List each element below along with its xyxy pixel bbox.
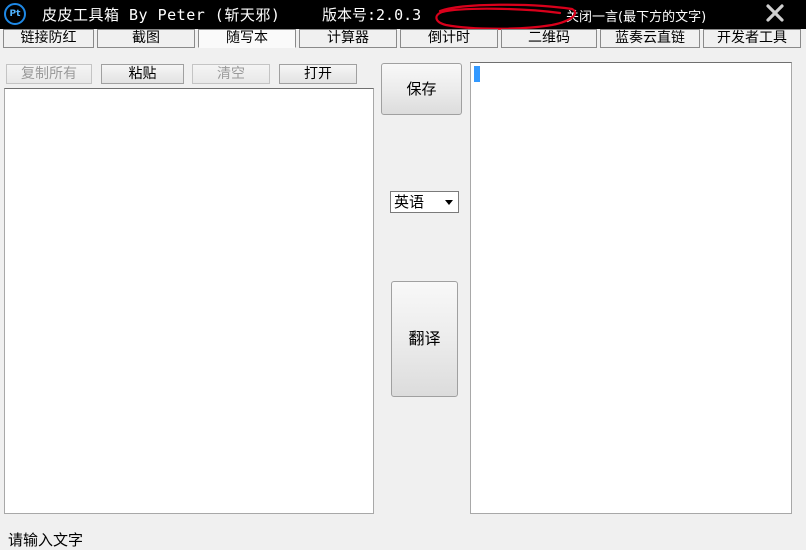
text-caret	[474, 66, 480, 82]
input-textarea[interactable]	[4, 88, 374, 514]
close-quote-link[interactable]: 关闭一言(最下方的文字)	[566, 6, 706, 25]
tab-countdown[interactable]: 倒计时	[400, 29, 498, 48]
save-button[interactable]: 保存	[381, 63, 462, 115]
tab-calculator[interactable]: 计算器	[299, 29, 397, 48]
tab-strip: 链接防红 截图 随写本 计算器 倒计时 二维码 蓝奏云直链 开发者工具	[0, 29, 806, 49]
app-logo-icon: Pt	[4, 3, 26, 25]
title-bar: Pt 皮皮工具箱 By Peter (斩天邪) 版本号:2.0.3 关闭一言(最…	[0, 0, 806, 30]
clear-button[interactable]: 清空	[192, 64, 270, 84]
language-select[interactable]: 英语	[390, 191, 459, 213]
version-label: 版本号:2.0.3	[322, 6, 422, 24]
app-title: 皮皮工具箱 By Peter (斩天邪)	[42, 6, 281, 24]
copy-all-button[interactable]: 复制所有	[6, 64, 92, 84]
tab-qrcode[interactable]: 二维码	[501, 29, 597, 48]
language-select-value: 英语	[394, 193, 425, 211]
tab-notepad[interactable]: 随写本	[198, 29, 296, 48]
translate-button[interactable]: 翻译	[391, 281, 458, 397]
chevron-down-icon	[445, 200, 453, 205]
close-icon[interactable]	[764, 2, 786, 24]
tab-link-protect[interactable]: 链接防红	[3, 29, 94, 48]
tab-screenshot[interactable]: 截图	[97, 29, 195, 48]
output-textarea[interactable]	[470, 62, 792, 514]
tab-dev-tools[interactable]: 开发者工具	[703, 29, 801, 48]
open-button[interactable]: 打开	[279, 64, 357, 84]
redaction-scribble	[435, 3, 577, 30]
paste-button[interactable]: 粘贴	[101, 64, 184, 84]
tab-lanzou-link[interactable]: 蓝奏云直链	[600, 29, 700, 48]
